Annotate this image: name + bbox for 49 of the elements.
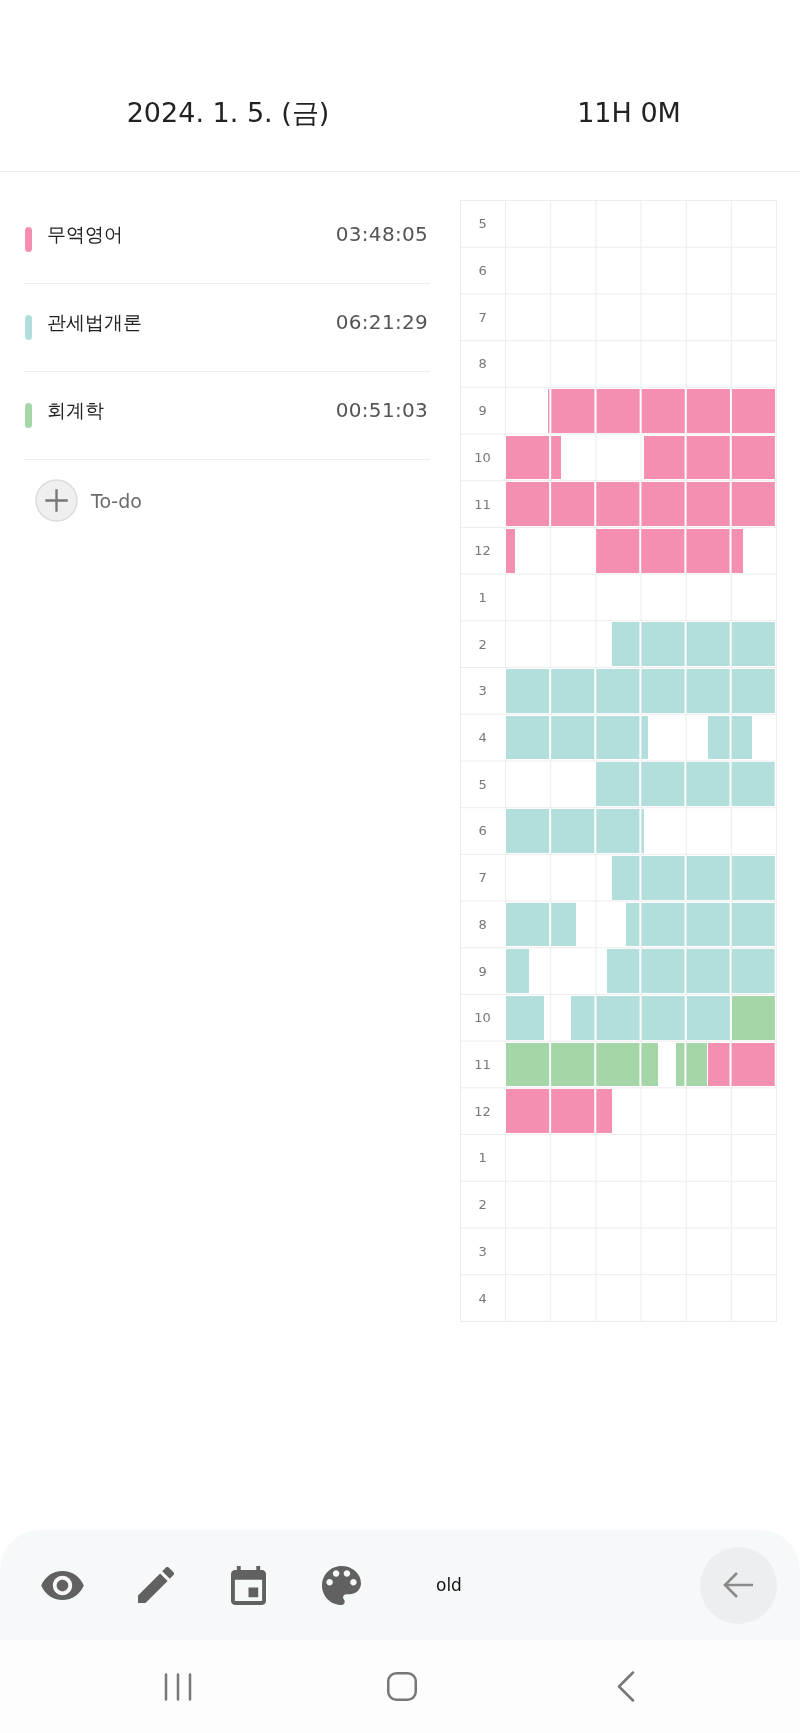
date-title: 2024. 1. 5. (금) — [126, 95, 330, 130]
hour-label: 9 — [477, 402, 488, 421]
eye-icon[interactable] — [41, 1570, 84, 1600]
hour-label: 1 — [477, 1149, 488, 1168]
hour-label: 12 — [473, 1102, 492, 1121]
hour-label: 6 — [477, 262, 488, 281]
hour-label: 8 — [477, 355, 488, 374]
study-block — [505, 902, 576, 947]
plus-circle-icon — [35, 479, 78, 522]
hour-label: 2 — [477, 1196, 488, 1215]
hour-label: 7 — [477, 308, 488, 327]
hour-label: 11 — [473, 495, 492, 514]
hour-label: 11 — [473, 1056, 492, 1074]
hour-label: 12 — [473, 542, 492, 561]
hour-label: 6 — [477, 822, 488, 841]
home-icon[interactable] — [387, 1672, 417, 1701]
add-todo-button[interactable]: To-do — [35, 479, 142, 522]
hour-label: 3 — [477, 1242, 488, 1261]
study-time: 03:48:05 — [335, 221, 428, 248]
subject-name: 무역영어 — [47, 222, 123, 247]
hour-label: 8 — [477, 915, 488, 934]
study-block — [505, 528, 516, 573]
hour-label: 10 — [473, 448, 492, 467]
study-time: 06:21:29 — [335, 309, 428, 336]
hour-label: 1 — [477, 588, 488, 607]
back-icon[interactable] — [617, 1671, 635, 1702]
hour-label: 3 — [477, 682, 488, 701]
hour-label: 4 — [477, 1289, 488, 1308]
palette-icon[interactable] — [322, 1565, 361, 1605]
hour-label: 7 — [477, 869, 488, 888]
hour-label: 5 — [477, 215, 488, 234]
subject-name: 관세법개론 — [47, 310, 142, 335]
arrow-left-icon — [722, 1571, 755, 1599]
subject-name: 회계학 — [47, 398, 104, 423]
calendar-icon[interactable] — [231, 1565, 266, 1605]
hour-label: 5 — [477, 775, 488, 794]
study-time: 00:51:03 — [335, 397, 428, 424]
pencil-icon[interactable] — [137, 1567, 174, 1603]
study-block — [708, 715, 753, 760]
total-time: 11H 0M — [577, 95, 681, 130]
study-block — [505, 949, 529, 993]
hour-label: 10 — [473, 1009, 492, 1028]
hour-label: 4 — [477, 729, 488, 748]
recents-icon[interactable] — [164, 1672, 192, 1701]
mode-button[interactable]: old — [428, 1567, 470, 1603]
hour-label: 2 — [477, 635, 488, 654]
study-block — [505, 435, 562, 480]
study-block — [505, 995, 544, 1040]
hour-label: 9 — [477, 962, 488, 981]
